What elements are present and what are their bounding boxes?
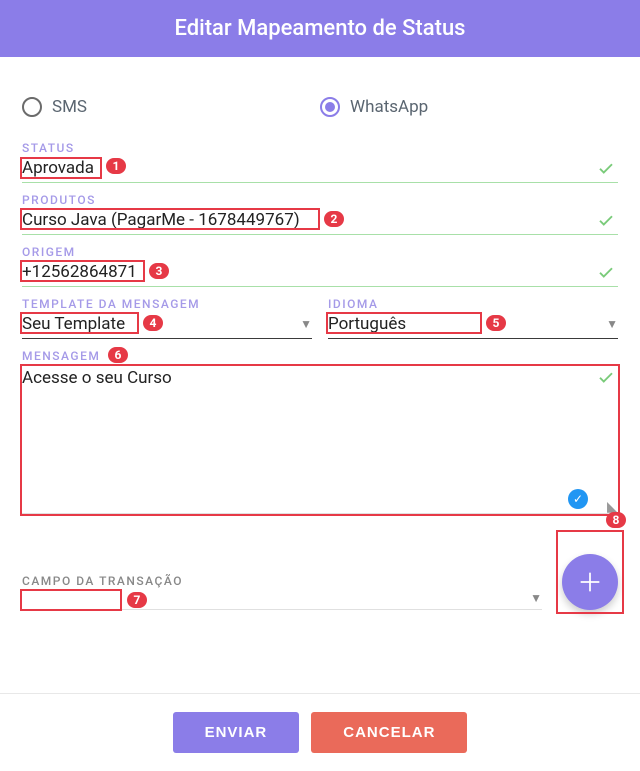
radio-option-sms[interactable]: SMS	[22, 97, 320, 117]
chevron-down-icon: ▼	[300, 317, 312, 331]
annotation-badge: 4	[143, 315, 163, 331]
value-products: Curso Java (PagarMe - 1678449767)	[22, 210, 594, 230]
radio-circle-icon	[22, 97, 42, 117]
annotation-badge: 5	[486, 315, 506, 331]
channel-radio-group: SMS WhatsApp	[22, 97, 618, 117]
check-icon	[594, 211, 618, 229]
label-transaction: CAMPO DA TRANSAÇÃO	[22, 574, 542, 588]
check-icon	[594, 159, 618, 177]
plus-icon	[576, 568, 604, 596]
verified-check-icon: ✓	[568, 489, 588, 509]
radio-label-whatsapp: WhatsApp	[350, 97, 428, 117]
transaction-row: CAMPO DA TRANSAÇÃO ▼ 7 8	[22, 554, 618, 610]
select-transaction[interactable]: ▼	[22, 589, 542, 610]
value-origin: +12562864871	[22, 262, 594, 282]
label-template: TEMPLATE DA MENSAGEM	[22, 297, 312, 311]
annotation-badge: 7	[127, 592, 147, 608]
textarea-message[interactable]: Acesse o seu Curso ✓ ◢	[22, 364, 618, 514]
field-group-message: MENSAGEM Acesse o seu Curso ✓ ◢ 6	[22, 349, 618, 514]
add-button[interactable]	[562, 554, 618, 610]
select-template[interactable]: Seu Template ▼	[22, 312, 312, 339]
field-group-template: TEMPLATE DA MENSAGEM Seu Template ▼ 4	[22, 297, 312, 339]
chevron-down-icon: ▼	[606, 317, 618, 331]
form-content: SMS WhatsApp STATUS Aprovada 1 PRODUTOS …	[0, 57, 640, 620]
value-message: Acesse o seu Curso	[22, 368, 618, 488]
field-group-origin: ORIGEM +12562864871 3	[22, 245, 618, 287]
field-group-status: STATUS Aprovada 1	[22, 141, 618, 183]
select-language[interactable]: Português ▼	[328, 312, 618, 339]
modal-header: Editar Mapeamento de Status	[0, 0, 640, 57]
check-icon	[594, 263, 618, 281]
cancel-button[interactable]: CANCELAR	[311, 712, 467, 753]
field-group-products: PRODUTOS Curso Java (PagarMe - 167844976…	[22, 193, 618, 235]
annotation-badge: 1	[106, 158, 126, 174]
field-group-language: IDIOMA Português ▼ 5	[328, 297, 618, 339]
radio-label-sms: SMS	[52, 97, 87, 117]
annotation-badge: 8	[606, 512, 626, 528]
modal-footer: ENVIAR CANCELAR	[0, 693, 640, 771]
label-language: IDIOMA	[328, 297, 618, 311]
annotation-badge: 6	[108, 347, 128, 363]
input-products[interactable]: Curso Java (PagarMe - 1678449767)	[22, 208, 618, 235]
radio-option-whatsapp[interactable]: WhatsApp	[320, 97, 428, 117]
modal-title: Editar Mapeamento de Status	[174, 16, 465, 41]
radio-circle-checked-icon	[320, 97, 340, 117]
submit-button[interactable]: ENVIAR	[173, 712, 300, 753]
input-origin[interactable]: +12562864871	[22, 260, 618, 287]
value-language: Português	[328, 314, 606, 334]
annotation-badge: 2	[324, 211, 344, 227]
annotation-badge: 3	[149, 263, 169, 279]
check-icon	[594, 368, 618, 386]
field-group-transaction: CAMPO DA TRANSAÇÃO ▼ 7	[22, 574, 542, 610]
label-products: PRODUTOS	[22, 193, 618, 207]
label-origin: ORIGEM	[22, 245, 618, 259]
label-status: STATUS	[22, 141, 618, 155]
chevron-down-icon: ▼	[530, 591, 542, 605]
